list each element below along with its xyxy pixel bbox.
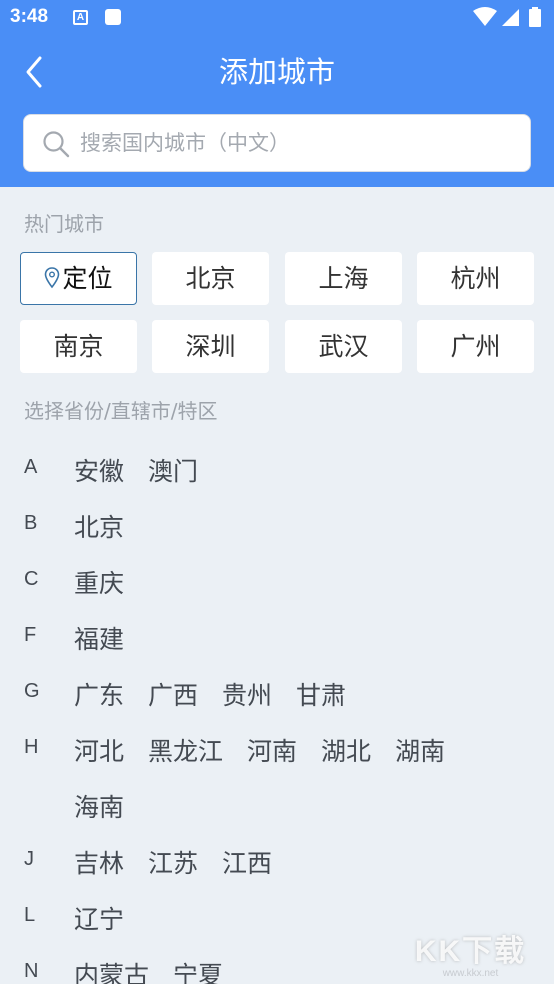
index-letter: H: [24, 736, 39, 758]
hot-city-button[interactable]: 上海: [285, 252, 402, 305]
page-title: 添加城市: [218, 55, 335, 89]
index-letter: L: [24, 904, 36, 926]
province-items: 海南: [74, 788, 148, 824]
location-pin-icon: [45, 267, 60, 289]
hot-city-button[interactable]: 武汉: [285, 320, 402, 373]
index-letter: B: [24, 512, 38, 534]
province-item[interactable]: 江西: [222, 849, 272, 878]
hot-city-button[interactable]: 南京: [20, 320, 137, 373]
status-bar: 3:48 A: [0, 0, 554, 36]
province-items: 福建: [74, 620, 148, 656]
province-item[interactable]: 甘肃: [296, 681, 346, 710]
hot-city-button[interactable]: 广州: [417, 320, 534, 373]
province-items: 河北 黑龙江 河南 湖北 湖南: [74, 732, 469, 768]
signal-icon: [502, 9, 519, 26]
province-item[interactable]: 重庆: [74, 569, 124, 598]
search-input[interactable]: 搜索国内城市（中文）: [23, 114, 531, 172]
search-placeholder: 搜索国内城市（中文）: [80, 131, 290, 155]
province-item[interactable]: 黑龙江: [148, 737, 223, 766]
watermark-main: KK下载: [414, 935, 527, 968]
province-items: 内蒙古 宁夏: [74, 956, 247, 984]
province-item[interactable]: 安徽: [74, 457, 124, 486]
watermark-logo: KK下载 www.kkx.net: [413, 936, 528, 980]
hot-city-button[interactable]: 深圳: [152, 320, 269, 373]
province-item[interactable]: 海南: [74, 793, 124, 822]
province-items: 北京: [74, 508, 148, 544]
province-items: 广东 广西 贵州 甘肃: [74, 676, 370, 712]
province-section-label: 选择省份/直辖市/特区: [24, 399, 218, 423]
province-item[interactable]: 澳门: [148, 457, 198, 486]
locate-button[interactable]: 定位: [20, 252, 137, 305]
province-item[interactable]: 北京: [74, 513, 124, 542]
square-notification-icon: [105, 9, 121, 25]
province-item[interactable]: 辽宁: [74, 905, 124, 934]
header: 3:48 A 添加城市 搜索国内城市（中文）: [0, 0, 554, 187]
province-items: 安徽 澳门: [74, 452, 222, 488]
index-letter: F: [24, 624, 37, 646]
locate-label: 定位: [62, 264, 113, 293]
province-item[interactable]: 内蒙古: [74, 961, 149, 984]
province-item[interactable]: 福建: [74, 625, 124, 654]
screen: 3:48 A 添加城市 搜索国内城市（中文） 热门城市 定位 北京 上海 杭州 …: [0, 0, 554, 984]
index-letter: A: [24, 456, 38, 478]
province-items: 吉林 江苏 江西: [74, 844, 296, 880]
index-letter: G: [24, 680, 40, 702]
province-item[interactable]: 河北: [74, 737, 124, 766]
province-item[interactable]: 广西: [148, 681, 198, 710]
status-time: 3:48: [10, 6, 49, 27]
hot-city-button[interactable]: 北京: [152, 252, 269, 305]
province-item[interactable]: 广东: [74, 681, 124, 710]
province-item[interactable]: 吉林: [74, 849, 124, 878]
watermark-sub: www.kkx.net: [442, 968, 499, 979]
province-item[interactable]: 湖北: [321, 737, 371, 766]
province-items: 重庆: [74, 564, 148, 600]
province-item[interactable]: 湖南: [395, 737, 445, 766]
battery-icon: [529, 7, 541, 27]
index-letter: J: [24, 848, 34, 870]
hot-city-button[interactable]: 杭州: [417, 252, 534, 305]
province-items: 辽宁: [74, 900, 148, 936]
province-item[interactable]: 河南: [247, 737, 297, 766]
index-letter: N: [24, 960, 39, 982]
index-letter: C: [24, 568, 39, 590]
a-notification-icon: A: [73, 10, 88, 25]
search-icon: [43, 131, 70, 158]
province-item[interactable]: 宁夏: [173, 961, 223, 984]
province-item[interactable]: 江苏: [148, 849, 198, 878]
province-item[interactable]: 贵州: [222, 681, 272, 710]
hot-cities-label: 热门城市: [24, 212, 104, 236]
wifi-icon: [473, 7, 497, 26]
